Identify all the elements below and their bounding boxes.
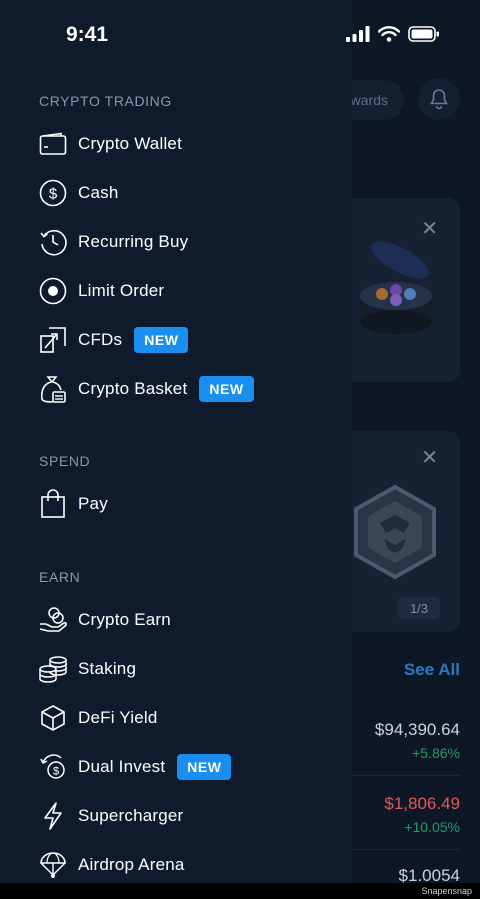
see-all-link[interactable]: See All	[404, 660, 460, 680]
menu-label: Staking	[78, 659, 137, 678]
lightning-icon	[38, 801, 68, 831]
status-icons	[346, 26, 440, 42]
menu-label: Cash	[78, 183, 119, 202]
notification-bell-icon[interactable]	[418, 78, 460, 120]
close-icon[interactable]: ✕	[421, 445, 438, 470]
signal-icon	[346, 26, 370, 42]
rewards-label: wards	[350, 92, 388, 108]
menu-item-crypto-wallet[interactable]: Crypto Wallet	[38, 127, 182, 161]
cube-icon	[38, 703, 68, 733]
status-time: 9:41	[66, 23, 109, 46]
menu-item-crypto-earn[interactable]: Crypto Earn	[38, 603, 171, 637]
divider	[350, 849, 460, 850]
new-badge: NEW	[199, 376, 254, 402]
menu-label: Pay	[78, 494, 108, 513]
battery-icon	[408, 26, 439, 42]
basket-bag-icon	[38, 374, 68, 404]
new-badge: NEW	[134, 327, 189, 353]
menu-item-limit-order[interactable]: Limit Order	[38, 274, 164, 308]
asset-price: $1,806.49	[384, 794, 460, 813]
dual-invest-icon: $	[38, 752, 68, 782]
section-title-crypto-trading: CRYPTO TRADING	[39, 93, 172, 109]
menu-label: Crypto Earn	[78, 610, 171, 629]
wifi-icon	[378, 26, 400, 42]
asset-change: +5.86%	[412, 745, 460, 761]
menu-label: Supercharger	[78, 806, 184, 825]
coins-hand-icon	[38, 605, 68, 635]
cfd-chart-icon	[38, 325, 68, 355]
carousel-pager: 1/3	[398, 597, 440, 619]
crypto-box-illustration	[360, 241, 432, 334]
coin-stack-icon	[38, 654, 68, 684]
menu-item-supercharger[interactable]: Supercharger	[38, 799, 183, 833]
status-bar: 9:41	[0, 0, 480, 70]
menu-item-airdrop-arena[interactable]: Airdrop Arena	[38, 848, 185, 882]
menu-item-cash[interactable]: $ Cash	[38, 176, 119, 210]
side-drawer: CRYPTO TRADING Crypto Wallet $ Cash Recu…	[0, 0, 352, 883]
asset-change: +10.05%	[404, 819, 460, 835]
menu-label: DeFi Yield	[78, 708, 158, 727]
recurring-clock-icon	[38, 227, 68, 257]
menu-label: Airdrop Arena	[78, 855, 185, 874]
menu-item-staking[interactable]: Staking	[38, 652, 136, 686]
dollar-circle-icon: $	[38, 178, 68, 208]
section-title-earn: EARN	[39, 569, 81, 585]
menu-label: CFDs	[78, 330, 123, 349]
menu-item-cfds[interactable]: CFDs NEW	[38, 323, 189, 357]
menu-item-pay[interactable]: Pay	[38, 487, 108, 521]
menu-label: Crypto Wallet	[78, 134, 182, 153]
menu-label: Recurring Buy	[78, 232, 189, 251]
menu-item-dual-invest[interactable]: $ Dual Invest NEW	[38, 750, 232, 784]
menu-label: Limit Order	[78, 281, 165, 300]
target-icon	[38, 276, 68, 306]
menu-item-recurring-buy[interactable]: Recurring Buy	[38, 225, 188, 259]
menu-label: Crypto Basket	[78, 379, 188, 398]
parachute-icon	[38, 850, 68, 880]
divider	[350, 775, 460, 776]
section-title-spend: SPEND	[39, 453, 91, 469]
asset-price: $94,390.64	[374, 720, 460, 739]
menu-label: Dual Invest	[78, 757, 166, 776]
new-badge: NEW	[177, 754, 232, 780]
svg-text:$: $	[49, 186, 58, 203]
watermark: Snapensnap	[421, 886, 472, 896]
menu-item-crypto-basket[interactable]: Crypto Basket NEW	[38, 372, 254, 406]
cro-logo-icon	[354, 484, 436, 580]
shopping-bag-icon	[38, 489, 68, 519]
menu-item-defi-yield[interactable]: DeFi Yield	[38, 701, 157, 735]
wallet-icon	[38, 129, 68, 159]
svg-text:$: $	[53, 766, 59, 778]
bottom-bar: Snapensnap	[0, 883, 480, 899]
